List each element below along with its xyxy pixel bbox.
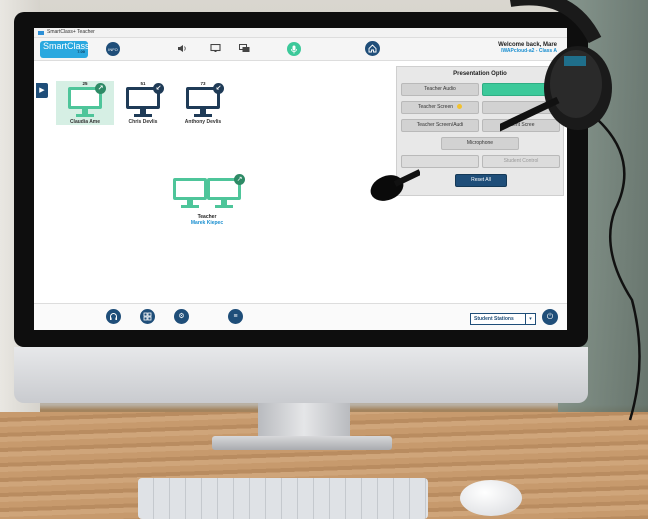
teacher-screen-button[interactable]: Teacher Screen: [401, 101, 479, 114]
headphones-icon: [110, 313, 117, 320]
station-view-select[interactable]: Student Stations ▾: [470, 313, 536, 325]
title-bar: SmartClass+ Teacher: [34, 28, 567, 38]
station-name: Chris Devlis: [128, 119, 158, 125]
list-view-button[interactable]: ≡: [228, 309, 243, 324]
mouse: [460, 480, 522, 516]
footer-toolbar: ⚙ ≡ Student Stations ▾ ⏻: [34, 303, 567, 330]
settings-icon: ⚙: [178, 313, 185, 320]
grid-view-button[interactable]: [140, 309, 155, 324]
microphone-button[interactable]: [287, 42, 301, 56]
student-station-0[interactable]: 25 ↗ Claudia Ame: [56, 81, 114, 125]
monitor-chin: [14, 347, 588, 403]
student-station-2[interactable]: 73 ↙ Anthony Devlis: [174, 81, 232, 125]
header-toolbar: SmartClass 7.00 INFO Welcome back, Mare …: [34, 38, 567, 61]
teacher-audio-button[interactable]: Teacher Audio: [401, 83, 479, 96]
app-icon: [38, 30, 44, 35]
monitor-icon[interactable]: [210, 43, 221, 55]
teacher-station[interactable]: ↗ Teacher Marek Kiepec: [162, 174, 252, 226]
teacher-monitors-icon: ↗: [167, 174, 247, 214]
keyboard: [138, 478, 428, 519]
microphone-boom: [370, 169, 420, 201]
receive-arrow-icon: ↙: [153, 83, 164, 94]
teacher-screen-audio-button[interactable]: Teacher Screen/Audi: [401, 119, 479, 132]
headset-icon: [500, 0, 612, 132]
panel-toggle-icon: ▶: [39, 87, 45, 94]
microphone-icon: [291, 45, 297, 53]
smartclass-logo: SmartClass 7.00: [40, 41, 90, 58]
chat-icon[interactable]: [239, 44, 250, 55]
station-monitor-icon: ↗: [68, 83, 106, 119]
teacher-name: Marek Kiepec: [190, 220, 224, 226]
app-window: SmartClass+ Teacher SmartClass 7.00 INFO…: [34, 28, 567, 330]
grid-icon: [143, 312, 152, 321]
settings-button[interactable]: ⚙: [174, 309, 189, 324]
window-title: SmartClass+ Teacher: [47, 29, 95, 35]
headphones-button[interactable]: [106, 309, 121, 324]
receive-arrow-icon: ↙: [213, 83, 224, 94]
station-monitor-icon: ↙: [126, 83, 164, 119]
home-icon: [368, 44, 377, 53]
list-icon: ≡: [233, 313, 238, 320]
volume-icon[interactable]: [177, 44, 187, 55]
warning-icon: [457, 104, 463, 110]
info-button[interactable]: INFO: [106, 42, 120, 56]
station-name: Anthony Devlis: [184, 119, 222, 125]
home-button[interactable]: [365, 41, 380, 56]
power-icon: ⏻: [546, 312, 554, 321]
teacher-screen-label: Teacher Screen: [417, 104, 454, 110]
student-station-1[interactable]: 51 ↙ Chris Devlis: [114, 81, 172, 125]
share-arrow-icon: ↗: [234, 174, 245, 185]
info-badge-label: INFO: [108, 46, 118, 52]
panel-toggle-button[interactable]: ▶: [36, 83, 48, 98]
chevron-down-icon: ▾: [525, 314, 535, 324]
version-label: 7.00: [77, 49, 85, 54]
power-button[interactable]: ⏻: [542, 309, 558, 325]
select-value: Student Stations: [474, 316, 514, 322]
station-name: Claudia Ame: [69, 119, 101, 125]
share-arrow-icon: ↗: [95, 83, 106, 94]
monitor-foot: [212, 436, 392, 450]
station-monitor-icon: ↙: [186, 83, 224, 119]
